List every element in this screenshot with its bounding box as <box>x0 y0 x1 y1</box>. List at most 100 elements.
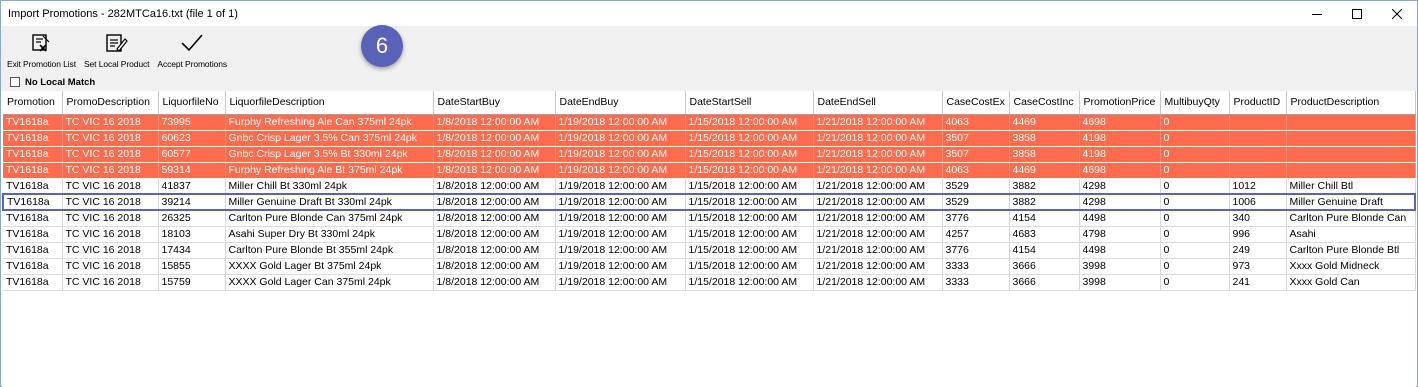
cell-promotionprice[interactable]: 3998 <box>1079 274 1161 291</box>
cell-casecostex[interactable]: 3776 <box>942 242 1010 259</box>
cell-casecostinc[interactable]: 3858 <box>1009 130 1080 147</box>
cell-dateendsell[interactable]: 1/21/2018 12:00:00 AM <box>813 114 943 131</box>
cell-promotionprice[interactable]: 4798 <box>1079 226 1161 243</box>
cell-dateendbuy[interactable]: 1/19/2018 12:00:00 AM <box>555 114 686 131</box>
cell-productdescription[interactable] <box>1286 114 1416 131</box>
cell-liquorfiledescription[interactable]: Furphy Refreshing Ale Can 375ml 24pk <box>225 114 434 131</box>
cell-promodescription[interactable]: TC VIC 16 2018 <box>62 193 159 211</box>
cell-multibuyqty[interactable]: 0 <box>1160 210 1230 227</box>
column-header-promodescription[interactable]: PromoDescription <box>62 91 159 115</box>
cell-casecostex[interactable]: 4257 <box>942 226 1010 243</box>
cell-datestartsell[interactable]: 1/15/2018 12:00:00 AM <box>685 162 814 179</box>
close-button[interactable] <box>1377 1 1417 26</box>
cell-liquorfiledescription[interactable]: Miller Genuine Draft Bt 330ml 24pk <box>225 193 434 211</box>
cell-casecostex[interactable]: 3529 <box>942 193 1010 211</box>
cell-datestartbuy[interactable]: 1/8/2018 12:00:00 AM <box>433 210 556 227</box>
cell-promotion[interactable]: TV1618a <box>3 146 63 163</box>
cell-productid[interactable]: 241 <box>1229 274 1287 291</box>
column-header-liquorfiledescription[interactable]: LiquorfileDescription <box>225 91 434 115</box>
cell-datestartsell[interactable]: 1/15/2018 12:00:00 AM <box>685 226 814 243</box>
cell-casecostinc[interactable]: 3882 <box>1009 178 1080 195</box>
cell-dateendsell[interactable]: 1/21/2018 12:00:00 AM <box>813 242 943 259</box>
cell-dateendbuy[interactable]: 1/19/2018 12:00:00 AM <box>555 146 686 163</box>
cell-dateendbuy[interactable]: 1/19/2018 12:00:00 AM <box>555 130 686 147</box>
cell-promodescription[interactable]: TC VIC 16 2018 <box>62 242 159 259</box>
cell-casecostex[interactable]: 3507 <box>942 130 1010 147</box>
cell-casecostinc[interactable]: 3882 <box>1009 193 1080 211</box>
cell-multibuyqty[interactable]: 0 <box>1160 146 1230 163</box>
cell-datestartbuy[interactable]: 1/8/2018 12:00:00 AM <box>433 193 556 211</box>
cell-datestartsell[interactable]: 1/15/2018 12:00:00 AM <box>685 178 814 195</box>
accept-promotions-button[interactable]: Accept Promotions <box>155 26 229 69</box>
cell-liquorfiledescription[interactable]: Furphy Refreshing Ale Bt 375ml 24pk <box>225 162 434 179</box>
cell-casecostex[interactable]: 3507 <box>942 146 1010 163</box>
cell-productid[interactable] <box>1229 114 1287 131</box>
cell-productid[interactable]: 340 <box>1229 210 1287 227</box>
cell-dateendbuy[interactable]: 1/19/2018 12:00:00 AM <box>555 162 686 179</box>
cell-liquorfiledescription[interactable]: Carlton Pure Blonde Bt 355ml 24pk <box>225 242 434 259</box>
cell-liquorfileno[interactable]: 17434 <box>158 242 226 259</box>
cell-casecostinc[interactable]: 4154 <box>1009 210 1080 227</box>
cell-dateendsell[interactable]: 1/21/2018 12:00:00 AM <box>813 162 943 179</box>
cell-promodescription[interactable]: TC VIC 16 2018 <box>62 210 159 227</box>
cell-dateendsell[interactable]: 1/21/2018 12:00:00 AM <box>813 193 943 211</box>
cell-promotion[interactable]: TV1618a <box>3 226 63 243</box>
cell-liquorfileno[interactable]: 60623 <box>158 130 226 147</box>
cell-datestartbuy[interactable]: 1/8/2018 12:00:00 AM <box>433 274 556 291</box>
cell-datestartbuy[interactable]: 1/8/2018 12:00:00 AM <box>433 146 556 163</box>
cell-liquorfileno[interactable]: 60577 <box>158 146 226 163</box>
cell-promotionprice[interactable]: 4498 <box>1079 210 1161 227</box>
cell-multibuyqty[interactable]: 0 <box>1160 274 1230 291</box>
cell-datestartbuy[interactable]: 1/8/2018 12:00:00 AM <box>433 178 556 195</box>
cell-casecostex[interactable]: 3776 <box>942 210 1010 227</box>
cell-promotion[interactable]: TV1618a <box>2 193 63 211</box>
cell-promotion[interactable]: TV1618a <box>3 242 63 259</box>
no-local-match-checkbox[interactable] <box>10 77 20 87</box>
cell-datestartbuy[interactable]: 1/8/2018 12:00:00 AM <box>433 258 556 275</box>
cell-liquorfileno[interactable]: 26325 <box>158 210 226 227</box>
cell-dateendsell[interactable]: 1/21/2018 12:00:00 AM <box>813 226 943 243</box>
cell-datestartsell[interactable]: 1/15/2018 12:00:00 AM <box>685 146 814 163</box>
cell-liquorfiledescription[interactable]: Gnbc Crisp Lager 3.5% Can 375ml 24pk <box>225 130 434 147</box>
cell-promodescription[interactable]: TC VIC 16 2018 <box>62 258 159 275</box>
cell-dateendsell[interactable]: 1/21/2018 12:00:00 AM <box>813 210 943 227</box>
cell-multibuyqty[interactable]: 0 <box>1160 162 1230 179</box>
cell-promodescription[interactable]: TC VIC 16 2018 <box>62 162 159 179</box>
cell-dateendsell[interactable]: 1/21/2018 12:00:00 AM <box>813 274 943 291</box>
cell-promotionprice[interactable]: 4298 <box>1079 178 1161 195</box>
cell-productdescription[interactable]: Xxxx Gold Midneck <box>1286 258 1416 275</box>
cell-casecostinc[interactable]: 4469 <box>1009 114 1080 131</box>
set-local-product-button[interactable]: Set Local Product <box>82 26 151 69</box>
cell-productdescription[interactable] <box>1286 130 1416 147</box>
cell-productdescription[interactable] <box>1286 146 1416 163</box>
cell-promotionprice[interactable]: 4698 <box>1079 114 1161 131</box>
cell-productdescription[interactable]: Carlton Pure Blonde Btl <box>1286 242 1416 259</box>
cell-datestartbuy[interactable]: 1/8/2018 12:00:00 AM <box>433 162 556 179</box>
cell-dateendsell[interactable]: 1/21/2018 12:00:00 AM <box>813 178 943 195</box>
cell-productdescription[interactable]: Miller Genuine Draft <box>1286 193 1416 211</box>
cell-datestartsell[interactable]: 1/15/2018 12:00:00 AM <box>685 274 814 291</box>
column-header-dateendsell[interactable]: DateEndSell <box>813 91 943 115</box>
cell-productid[interactable] <box>1229 146 1287 163</box>
cell-productdescription[interactable] <box>1286 162 1416 179</box>
cell-liquorfiledescription[interactable]: XXXX Gold Lager Can 375ml 24pk <box>225 274 434 291</box>
table-row[interactable]: TV1618a TC VIC 16 2018 73995 Furphy Refresh… <box>3 114 1416 131</box>
cell-datestartsell[interactable]: 1/15/2018 12:00:00 AM <box>685 193 814 211</box>
table-row[interactable]: TV1618a TC VIC 16 2018 60623 Gnbc Crisp Lag… <box>3 130 1416 147</box>
column-header-promotion[interactable]: Promotion <box>3 91 63 115</box>
cell-promotionprice[interactable]: 4198 <box>1079 130 1161 147</box>
cell-promotion[interactable]: TV1618a <box>3 210 63 227</box>
cell-multibuyqty[interactable]: 0 <box>1160 130 1230 147</box>
cell-casecostex[interactable]: 3333 <box>942 274 1010 291</box>
cell-dateendbuy[interactable]: 1/19/2018 12:00:00 AM <box>555 178 686 195</box>
cell-promodescription[interactable]: TC VIC 16 2018 <box>62 146 159 163</box>
cell-dateendbuy[interactable]: 1/19/2018 12:00:00 AM <box>555 258 686 275</box>
cell-liquorfiledescription[interactable]: XXXX Gold Lager Bt 375ml 24pk <box>225 258 434 275</box>
cell-productid[interactable] <box>1229 130 1287 147</box>
cell-casecostinc[interactable]: 4683 <box>1009 226 1080 243</box>
cell-promotionprice[interactable]: 4698 <box>1079 162 1161 179</box>
cell-casecostinc[interactable]: 3666 <box>1009 258 1080 275</box>
cell-promotion[interactable]: TV1618a <box>3 178 63 195</box>
column-header-casecostex[interactable]: CaseCostEx <box>942 91 1010 115</box>
cell-casecostex[interactable]: 4063 <box>942 162 1010 179</box>
